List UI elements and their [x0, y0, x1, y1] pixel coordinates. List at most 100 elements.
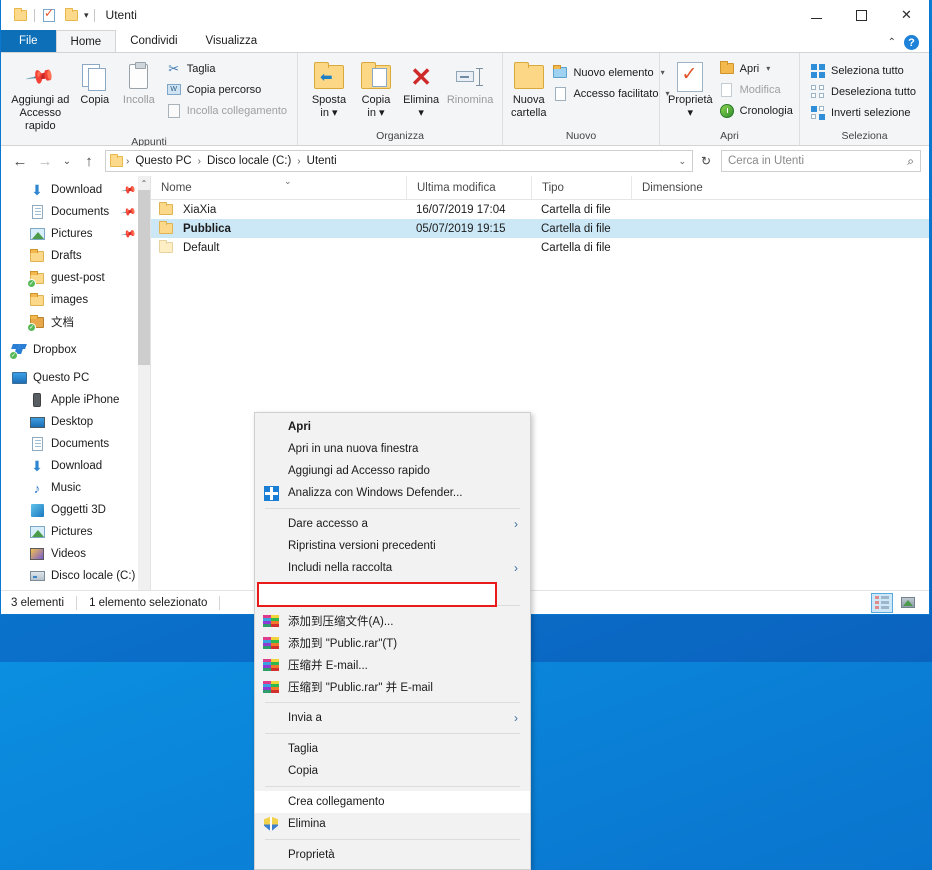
- sidebar-item-music[interactable]: ♪ Music: [1, 477, 150, 499]
- invert-selection-button[interactable]: Inverti selezione: [806, 103, 920, 122]
- new-item-button[interactable]: Nuovo elemento ▾: [548, 63, 673, 82]
- table-row[interactable]: Default Cartella di file: [151, 238, 929, 257]
- column-header-tipo[interactable]: Tipo: [531, 176, 631, 200]
- qat-properties-icon[interactable]: [38, 4, 60, 26]
- sidebar-item-oggetti-3d[interactable]: Oggetti 3D: [1, 499, 150, 521]
- column-header-dimensione[interactable]: Dimensione: [631, 176, 751, 200]
- table-row[interactable]: XiaXia 16/07/2019 17:04 Cartella di file: [151, 200, 929, 219]
- breadcrumb-item-disco-locale[interactable]: Disco locale (C:): [204, 155, 294, 167]
- sidebar-item-drafts[interactable]: Drafts: [1, 245, 150, 267]
- history-button[interactable]: Cronologia: [715, 101, 797, 120]
- delete-button[interactable]: ✕ Elimina ▾: [398, 57, 444, 123]
- qat-folder-icon[interactable]: [9, 4, 31, 26]
- maximize-button[interactable]: [839, 0, 884, 30]
- address-dropdown-caret-icon[interactable]: ⌄: [678, 156, 688, 167]
- menu-item-apri-nuova-finestra[interactable]: Apri in una nuova finestra: [255, 438, 530, 460]
- copy-path-button[interactable]: W Copia percorso: [162, 80, 291, 99]
- breadcrumb-sep-2[interactable]: ›: [297, 156, 300, 167]
- recent-locations-caret-icon[interactable]: ⌄: [59, 150, 75, 172]
- sidebar-item-pictures[interactable]: Pictures: [1, 521, 150, 543]
- table-row[interactable]: Pubblica 05/07/2019 19:15 Cartella di fi…: [151, 219, 929, 238]
- easy-access-button[interactable]: Accesso facilitato ▾: [548, 84, 673, 103]
- breadcrumb-item-questo-pc[interactable]: Questo PC: [132, 155, 194, 167]
- qat-new-folder-icon[interactable]: [60, 4, 82, 26]
- pin-icon-2[interactable]: 📌: [120, 226, 137, 242]
- menu-item-dare-accesso-a[interactable]: Dare accesso a ›: [255, 513, 530, 535]
- menu-item-winrar-compress-email[interactable]: 压缩并 E-mail...: [255, 654, 530, 676]
- tab-visualizza[interactable]: Visualizza: [192, 30, 272, 52]
- menu-item-copia[interactable]: Copia: [255, 760, 530, 782]
- edit-button[interactable]: Modifica: [715, 80, 797, 99]
- tab-file[interactable]: File: [1, 30, 56, 52]
- rename-button[interactable]: Rinomina: [444, 57, 496, 110]
- pin-icon-0[interactable]: 📌: [120, 182, 137, 198]
- open-button[interactable]: Apri ▾: [715, 59, 797, 78]
- deselect-all-button[interactable]: Deseleziona tutto: [806, 82, 920, 101]
- breadcrumb[interactable]: › Questo PC › Disco locale (C:) › Utenti…: [105, 150, 693, 172]
- sidebar-item-wendang[interactable]: ✓ 文档: [1, 311, 150, 333]
- sidebar-item-documents-qa[interactable]: Documents 📌: [1, 201, 150, 223]
- tab-home[interactable]: Home: [55, 30, 117, 52]
- properties-button[interactable]: Proprietà ▾: [666, 57, 715, 123]
- sidebar-item-dropbox[interactable]: ✓ Dropbox: [1, 339, 150, 361]
- select-all-button[interactable]: Seleziona tutto: [806, 61, 920, 80]
- menu-item-winrar-add-public-rar[interactable]: 添加到 "Public.rar"(T): [255, 632, 530, 654]
- menu-item-analizza-defender[interactable]: Analizza con Windows Defender...: [255, 482, 530, 504]
- sidebar-item-images[interactable]: images: [1, 289, 150, 311]
- up-button[interactable]: ↑: [78, 150, 100, 172]
- menu-item-ripristina-versioni[interactable]: Ripristina versioni precedenti: [255, 535, 530, 557]
- menu-item-aggiungi-a-start[interactable]: Aggiungi a Start: [255, 579, 530, 601]
- sidebar-item-questo-pc[interactable]: Questo PC: [1, 367, 150, 389]
- sidebar-item-download-qa[interactable]: ⬇ Download 📌: [1, 179, 150, 201]
- menu-label-2: Aggiungi ad Accesso rapido: [288, 465, 430, 477]
- forward-button[interactable]: →: [34, 150, 56, 172]
- minimize-button[interactable]: [794, 0, 839, 30]
- nav-scroll-thumb[interactable]: [138, 190, 150, 365]
- menu-item-elimina[interactable]: Elimina: [255, 813, 530, 835]
- refresh-button[interactable]: ↻: [696, 150, 716, 172]
- open-caret-icon[interactable]: ▾: [766, 64, 770, 73]
- menu-item-apri[interactable]: Apri: [255, 416, 530, 438]
- paste-shortcut-button[interactable]: Incolla collegamento: [162, 101, 291, 120]
- copy-to-button[interactable]: Copia in ▾: [354, 57, 398, 123]
- copy-button[interactable]: Copia: [74, 57, 116, 110]
- menu-item-aggiungi-accesso-rapido[interactable]: Aggiungi ad Accesso rapido: [255, 460, 530, 482]
- menu-item-winrar-compress-public-email[interactable]: 压缩到 "Public.rar" 并 E-mail: [255, 676, 530, 698]
- qat-customize-caret-icon[interactable]: ▾: [82, 10, 91, 21]
- move-to-button[interactable]: ⬅ Sposta in ▾: [304, 57, 354, 123]
- search-icon[interactable]: ⌕: [907, 154, 914, 169]
- details-view-button[interactable]: [871, 592, 893, 613]
- close-button[interactable]: ✕: [884, 0, 929, 30]
- pin-to-quick-access-button[interactable]: 📌 Aggiungi ad Accesso rapido: [7, 57, 74, 136]
- column-header-ultima-modifica[interactable]: Ultima modifica: [406, 176, 531, 200]
- sidebar-item-desktop[interactable]: Desktop: [1, 411, 150, 433]
- paste-button[interactable]: Incolla: [116, 57, 162, 110]
- sidebar-item-guest-post[interactable]: ✓ guest-post: [1, 267, 150, 289]
- help-icon[interactable]: ?: [904, 35, 919, 50]
- back-button[interactable]: ←: [9, 150, 31, 172]
- tab-condividi[interactable]: Condividi: [116, 30, 191, 52]
- collapse-ribbon-icon[interactable]: ⌃: [888, 37, 896, 48]
- menu-item-includi-raccolta[interactable]: Includi nella raccolta ›: [255, 557, 530, 579]
- breadcrumb-sep-1[interactable]: ›: [198, 156, 201, 167]
- cut-button[interactable]: ✂ Taglia: [162, 59, 291, 78]
- sidebar-item-videos[interactable]: Videos: [1, 543, 150, 565]
- sidebar-item-apple-iphone[interactable]: Apple iPhone: [1, 389, 150, 411]
- pin-icon-1[interactable]: 📌: [120, 204, 137, 220]
- nav-scrollbar[interactable]: ⌃: [138, 176, 150, 590]
- menu-item-winrar-add-archive[interactable]: 添加到压缩文件(A)...: [255, 610, 530, 632]
- breadcrumb-item-utenti[interactable]: Utenti: [304, 155, 340, 167]
- menu-item-taglia[interactable]: Taglia: [255, 738, 530, 760]
- menu-item-crea-collegamento[interactable]: Crea collegamento: [255, 791, 530, 813]
- new-folder-button[interactable]: Nuova cartella: [509, 57, 548, 123]
- nav-scroll-up-icon[interactable]: ⌃: [138, 176, 150, 190]
- column-header-nome[interactable]: Nome: [151, 176, 406, 200]
- sidebar-item-download[interactable]: ⬇ Download: [1, 455, 150, 477]
- menu-item-proprieta[interactable]: Proprietà: [255, 844, 530, 866]
- sidebar-item-disco-locale[interactable]: Disco locale (C:) ⌄: [1, 565, 150, 587]
- menu-item-invia-a[interactable]: Invia a ›: [255, 707, 530, 729]
- sidebar-item-pictures-qa[interactable]: Pictures 📌: [1, 223, 150, 245]
- search-input[interactable]: Cerca in Utenti ⌕: [721, 150, 921, 172]
- sidebar-item-documents[interactable]: Documents: [1, 433, 150, 455]
- thumbnail-view-button[interactable]: [897, 593, 919, 613]
